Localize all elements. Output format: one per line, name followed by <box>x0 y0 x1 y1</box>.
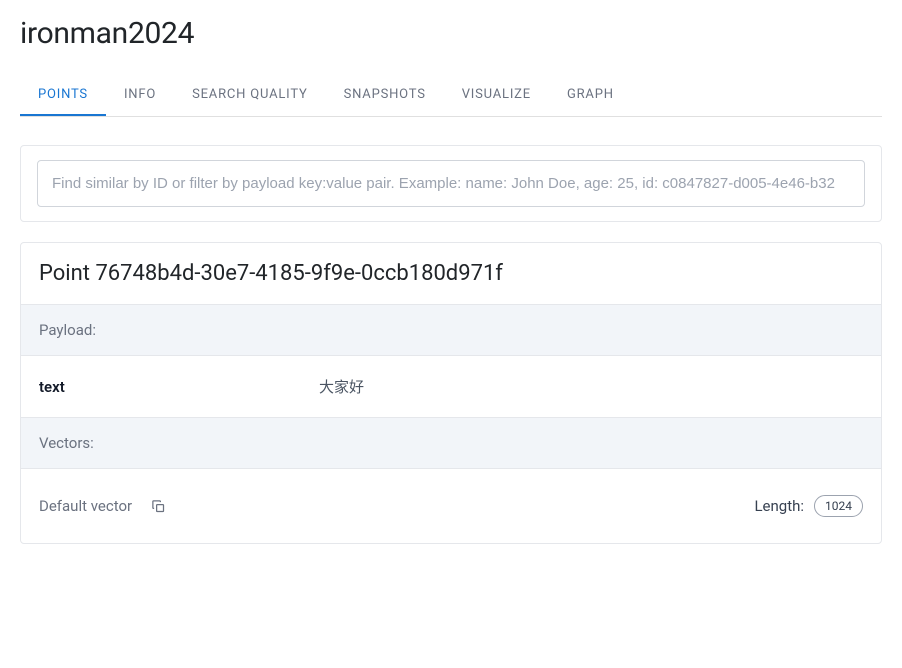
tab-info[interactable]: INFO <box>106 75 174 116</box>
vectors-section-label: Vectors: <box>21 418 881 469</box>
tabs: POINTS INFO SEARCH QUALITY SNAPSHOTS VIS… <box>20 75 882 117</box>
payload-key: text <box>39 378 319 396</box>
point-header: Point 76748b4d-30e7-4185-9f9e-0ccb180d97… <box>21 243 881 305</box>
payload-section-label: Payload: <box>21 305 881 356</box>
payload-value: 大家好 <box>319 376 364 397</box>
tab-search-quality[interactable]: SEARCH QUALITY <box>174 75 326 116</box>
vector-name: Default vector <box>39 497 132 515</box>
tab-visualize[interactable]: VISUALIZE <box>444 75 549 116</box>
copy-icon[interactable] <box>150 498 166 514</box>
tab-snapshots[interactable]: SNAPSHOTS <box>326 75 444 116</box>
point-card: Point 76748b4d-30e7-4185-9f9e-0ccb180d97… <box>20 242 882 544</box>
vectors-row: Default vector Length: 1024 <box>21 469 881 543</box>
page-title: ironman2024 <box>20 16 882 51</box>
vector-length-badge: 1024 <box>814 495 863 517</box>
tab-points[interactable]: POINTS <box>20 75 106 116</box>
vector-length-label: Length: <box>754 497 804 515</box>
tab-graph[interactable]: GRAPH <box>549 75 632 116</box>
search-card <box>20 145 882 222</box>
search-input[interactable] <box>37 160 865 207</box>
payload-row: text 大家好 <box>21 356 881 418</box>
